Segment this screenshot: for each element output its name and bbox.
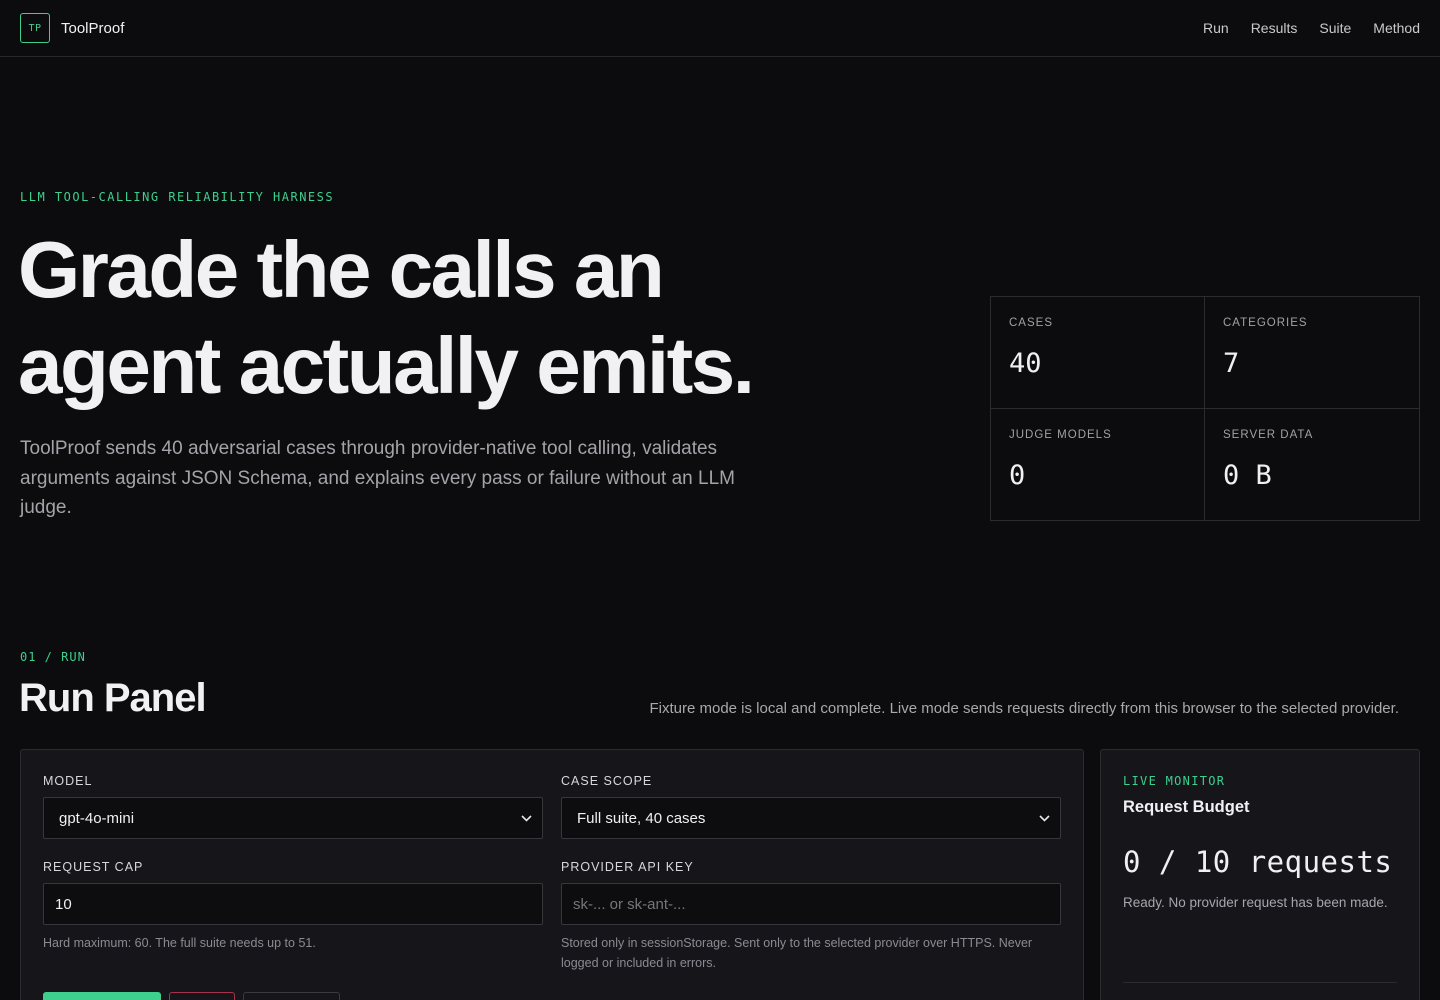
top-bar: TP ToolProof Run Results Suite Method: [0, 0, 1440, 57]
run-button[interactable]: [43, 992, 161, 1000]
model-field: MODEL gpt-4o-mini: [43, 774, 543, 839]
stat-categories: CATEGORIES 7: [1205, 297, 1419, 409]
brand[interactable]: TP ToolProof: [20, 13, 124, 43]
hero-description: ToolProof sends 40 adversarial cases thr…: [20, 438, 735, 518]
case-scope-value: Full suite, 40 cases: [577, 809, 706, 827]
request-cap-label: REQUEST CAP: [43, 860, 144, 874]
stat-judge-models: JUDGE MODELS 0: [991, 408, 1205, 520]
action-buttons: [43, 992, 340, 1000]
stat-value: 0: [1009, 459, 1026, 491]
nav-method[interactable]: Method: [1373, 20, 1420, 36]
run-panel: MODEL gpt-4o-mini CASE SCOPE Full suite,…: [20, 749, 1084, 1000]
nav-results[interactable]: Results: [1251, 20, 1298, 36]
brand-name: ToolProof: [61, 19, 125, 37]
section-title: Run Panel: [19, 676, 207, 720]
api-key-field: PROVIDER API KEY sk-... or sk-ant-... St…: [561, 860, 1061, 973]
stop-button[interactable]: [169, 992, 235, 1000]
nav-suite[interactable]: Suite: [1319, 20, 1351, 36]
live-monitor: LIVE MONITOR Request Budget 0 / 10 reque…: [1100, 749, 1420, 1000]
api-key-hint: Stored only in sessionStorage. Sent only…: [561, 936, 1033, 970]
stat-cases: CASES 40: [991, 297, 1205, 409]
monitor-status: Ready. No provider request has been made…: [1123, 895, 1388, 910]
request-cap-value: 10: [55, 895, 72, 913]
api-key-input[interactable]: sk-... or sk-ant-...: [561, 883, 1061, 925]
case-scope-select[interactable]: Full suite, 40 cases: [561, 797, 1061, 839]
secondary-button[interactable]: [243, 992, 340, 1000]
request-cap-field: REQUEST CAP 10 Hard maximum: 60. The ful…: [43, 860, 543, 954]
stat-value: 0 B: [1223, 459, 1272, 491]
stats-grid: CASES 40 CATEGORIES 7 JUDGE MODELS 0 SER…: [990, 296, 1420, 521]
chevron-down-icon: [1038, 812, 1050, 824]
stat-label: CASES: [1009, 317, 1053, 329]
stat-server-data: SERVER DATA 0 B: [1205, 409, 1419, 521]
request-cap-input[interactable]: 10: [43, 883, 543, 925]
request-cap-hint: Hard maximum: 60. The full suite needs u…: [43, 936, 316, 950]
api-key-label: PROVIDER API KEY: [561, 860, 694, 874]
section-note: Fixture mode is local and complete. Live…: [649, 700, 1399, 717]
scope-field: CASE SCOPE Full suite, 40 cases: [561, 774, 1061, 839]
stat-label: SERVER DATA: [1223, 428, 1314, 441]
api-key-placeholder: sk-... or sk-ant-...: [573, 895, 686, 913]
stat-label: CATEGORIES: [1223, 317, 1308, 329]
model-label: MODEL: [43, 774, 93, 788]
section-eyebrow: 01 / RUN: [20, 650, 86, 664]
chevron-down-icon: [520, 812, 532, 824]
hero-title: Grade the calls an agent actually emits.: [18, 222, 918, 414]
monitor-eyebrow: LIVE MONITOR: [1123, 774, 1226, 788]
scope-label: CASE SCOPE: [561, 774, 653, 788]
hero-eyebrow: LLM TOOL-CALLING RELIABILITY HARNESS: [20, 190, 335, 204]
stat-value: 40: [1009, 348, 1042, 379]
main-nav: Run Results Suite Method: [1203, 20, 1420, 36]
model-select-value: gpt-4o-mini: [59, 809, 135, 827]
stat-label: JUDGE MODELS: [1009, 428, 1112, 441]
model-select[interactable]: gpt-4o-mini: [43, 797, 543, 839]
request-count: 0 / 10 requests: [1123, 845, 1393, 879]
logo-badge: TP: [20, 13, 50, 43]
stat-value: 7: [1223, 348, 1240, 379]
divider: [1123, 982, 1397, 983]
hero-title-line-1: Grade the calls an: [18, 225, 665, 314]
monitor-title: Request Budget: [1123, 798, 1250, 816]
nav-run[interactable]: Run: [1203, 20, 1229, 36]
hero-title-line-2: agent actually emits.: [18, 321, 755, 410]
